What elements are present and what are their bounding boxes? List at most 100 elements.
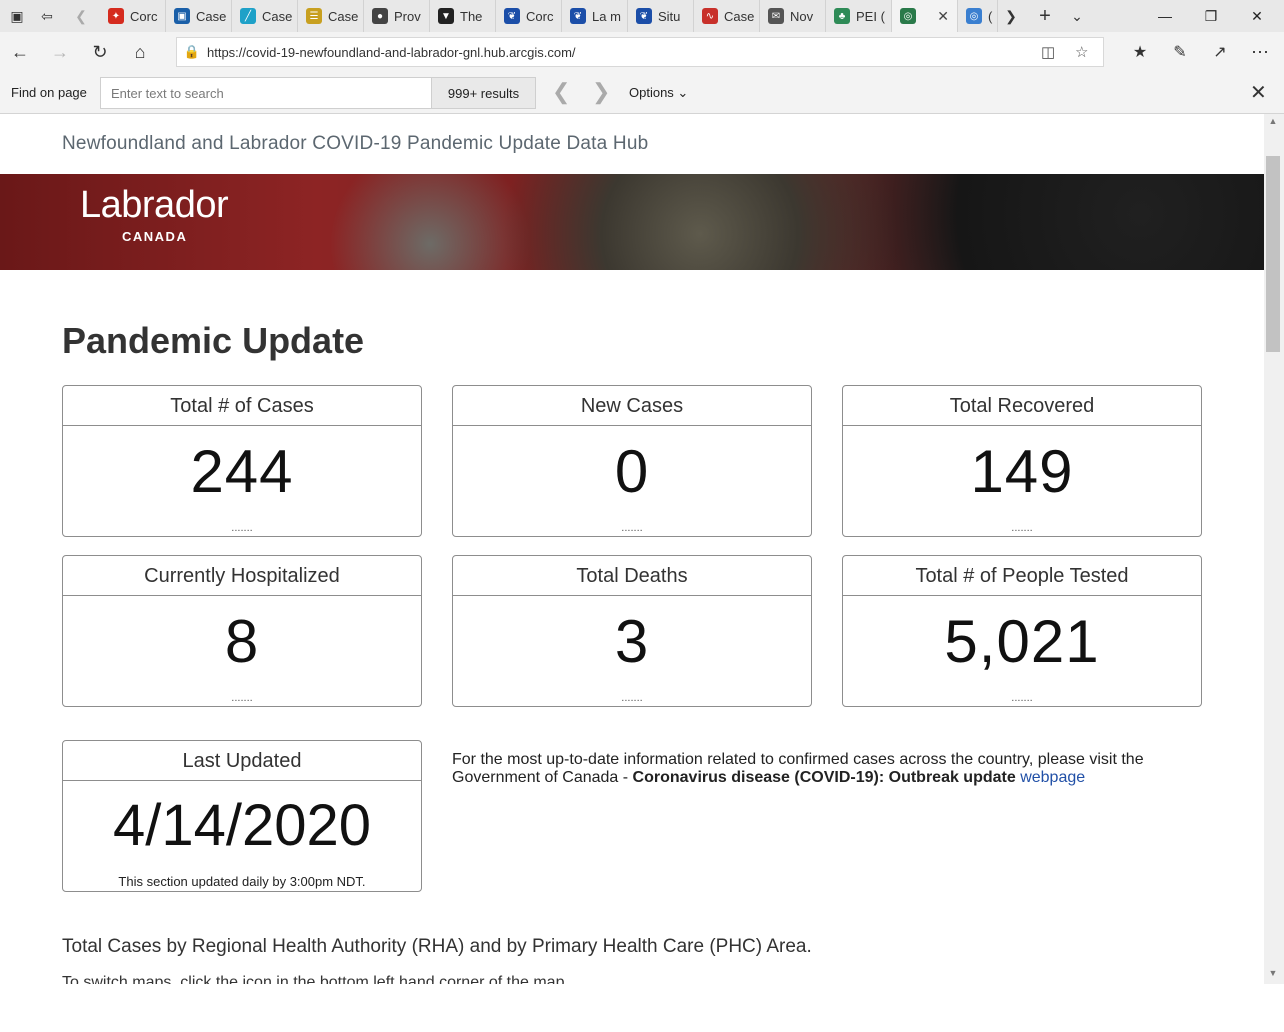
stat-card-title: Total Recovered	[843, 386, 1201, 426]
find-results-count: 999+ results	[432, 77, 536, 109]
browser-tab[interactable]: ✉ Nov	[760, 0, 826, 32]
address-bar[interactable]: 🔒 https://covid-19-newfoundland-and-labr…	[176, 37, 1104, 67]
stat-card-title: Total # of Cases	[63, 386, 421, 426]
last-updated-note: This section updated daily by 3:00pm NDT…	[118, 874, 366, 889]
stat-card-value: 244	[190, 438, 294, 505]
tab-label: La m	[592, 8, 621, 24]
globe-icon: ◎	[900, 8, 916, 24]
web-page: Newfoundland and Labrador COVID-19 Pande…	[0, 114, 1264, 984]
stat-card-footer: .......	[621, 692, 643, 704]
tree-icon: ♣	[834, 8, 850, 24]
section-title: Total Cases by Regional Health Authority…	[62, 936, 812, 957]
find-options-label: Options	[629, 85, 674, 100]
scroll-tabs-right-icon[interactable]: ❯	[996, 0, 1026, 32]
stat-card: Currently Hospitalized 8.......	[62, 555, 422, 707]
find-bar: Find on page 999+ results ❮ ❯ Options ⌄ …	[0, 72, 1284, 114]
tab-label: Nov	[790, 8, 814, 24]
browser-tab[interactable]: ❦ Situ	[628, 0, 694, 32]
browser-tab[interactable]: ▣ Case	[166, 0, 232, 32]
tab-bar: ▣ ⇦ ❮ ✦ Corc ▣ Case ╱ Case ☰ Case ● Prov ▼ The ❦ Corc…	[0, 0, 1284, 32]
stat-card-footer: .......	[231, 692, 253, 704]
close-tab-icon[interactable]: ✕	[937, 8, 949, 25]
back-icon[interactable]: ←	[4, 36, 36, 68]
tab-label: Corc	[130, 8, 158, 24]
find-close-icon[interactable]: ✕	[1250, 80, 1267, 105]
fleur-de-lis-icon: ❦	[636, 8, 652, 24]
info-strong-text: Coronavirus disease (COVID-19): Outbreak…	[632, 769, 1016, 786]
refresh-icon[interactable]: ↻	[84, 36, 116, 68]
set-aside-tabs-icon[interactable]: ⇦	[32, 0, 62, 32]
site-title[interactable]: Newfoundland and Labrador COVID-19 Pande…	[62, 133, 648, 155]
stat-card-footer: .......	[621, 522, 643, 534]
find-next-icon[interactable]: ❯	[592, 80, 610, 104]
stat-card-value: 8	[224, 608, 260, 675]
tab-actions-icon[interactable]: ▣	[2, 0, 32, 32]
stat-card: Total # of People Tested 5,021.......	[842, 555, 1202, 707]
navigation-bar: ← → ↻ ⌂ 🔒 https://covid-19-newfoundland-…	[0, 32, 1284, 72]
scroll-down-icon[interactable]: ▼	[1266, 968, 1280, 984]
stat-card: New Cases 0.......	[452, 385, 812, 537]
mail-icon: ✉	[768, 8, 784, 24]
stat-card-title: Total # of People Tested	[843, 556, 1201, 596]
browser-tab[interactable]: ✦ Corc	[100, 0, 166, 32]
browser-tab[interactable]: ☰ Case	[298, 0, 364, 32]
document-icon: ☰	[306, 8, 322, 24]
browser-tab[interactable]: ◎(	[958, 0, 998, 32]
shield-icon: ▼	[438, 8, 454, 24]
tab-label: Case	[262, 8, 293, 24]
tab-label: Case	[724, 8, 755, 24]
share-icon[interactable]: ↗	[1204, 36, 1236, 68]
logo-wordmark: Labrador	[80, 184, 229, 226]
hero-banner: Labrador CANADA	[0, 174, 1264, 270]
browser-tab[interactable]: ╱ Case	[232, 0, 298, 32]
restore-icon[interactable]: ❐	[1188, 0, 1234, 32]
reading-view-icon[interactable]: ◫	[1041, 43, 1055, 61]
browser-tab[interactable]: ∿ Case	[694, 0, 760, 32]
browser-tab[interactable]: ◎ ✕	[892, 0, 958, 32]
stat-card-value: 3	[614, 608, 650, 675]
scrollbar-thumb[interactable]	[1266, 156, 1280, 352]
site-header: Newfoundland and Labrador COVID-19 Pande…	[0, 114, 1264, 174]
lock-icon: 🔒	[183, 44, 201, 59]
scroll-up-icon[interactable]: ▲	[1266, 116, 1280, 132]
find-input[interactable]	[100, 77, 432, 109]
logo-country: CANADA	[122, 229, 188, 244]
stat-card: Total # of Cases 244.......	[62, 385, 422, 537]
chart-icon: ╱	[240, 8, 256, 24]
new-tab-icon[interactable]: +	[1030, 0, 1060, 32]
stat-card-value: 0	[614, 438, 650, 505]
browser-tab[interactable]: ▼ The	[430, 0, 496, 32]
last-updated-card: Last Updated 4/14/2020 This section upda…	[62, 740, 422, 892]
stat-card-title: Total Deaths	[453, 556, 811, 596]
minimize-icon[interactable]: —	[1142, 0, 1188, 32]
info-webpage-link[interactable]: webpage	[1020, 769, 1085, 786]
maple-leaf-icon: ✦	[108, 8, 124, 24]
news-icon: ▣	[174, 8, 190, 24]
url-text: https://covid-19-newfoundland-and-labrad…	[207, 44, 576, 60]
browser-tab[interactable]: ❦ Corc	[496, 0, 562, 32]
stat-card-value: 5,021	[944, 608, 1100, 675]
find-previous-icon[interactable]: ❮	[552, 80, 570, 104]
close-window-icon[interactable]: ✕	[1234, 0, 1280, 32]
browser-tab[interactable]: ❦ La m	[562, 0, 628, 32]
stat-card-title: Currently Hospitalized	[63, 556, 421, 596]
favorite-star-icon[interactable]: ☆	[1075, 43, 1088, 61]
tab-list-chevron-icon[interactable]: ⌄	[1062, 0, 1092, 32]
more-menu-icon[interactable]: ⋯	[1244, 36, 1276, 68]
forward-icon[interactable]: →	[44, 36, 76, 68]
tab-label: Case	[196, 8, 227, 24]
web-note-icon[interactable]: ✎	[1164, 36, 1196, 68]
scroll-tabs-left-icon[interactable]: ❮	[66, 0, 96, 32]
last-updated-title: Last Updated	[63, 741, 421, 781]
fleur-de-lis-icon: ❦	[570, 8, 586, 24]
find-options-button[interactable]: Options ⌄	[629, 85, 688, 101]
browser-tab[interactable]: ● Prov	[364, 0, 430, 32]
tab-label: Prov	[394, 8, 421, 24]
stat-card-footer: .......	[1011, 522, 1033, 534]
bison-icon: ●	[372, 8, 388, 24]
tab-label: Corc	[526, 8, 554, 24]
home-icon[interactable]: ⌂	[124, 36, 156, 68]
fleur-de-lis-icon: ❦	[504, 8, 520, 24]
browser-tab[interactable]: ♣ PEI (	[826, 0, 892, 32]
favorites-hub-icon[interactable]: ★	[1124, 36, 1156, 68]
